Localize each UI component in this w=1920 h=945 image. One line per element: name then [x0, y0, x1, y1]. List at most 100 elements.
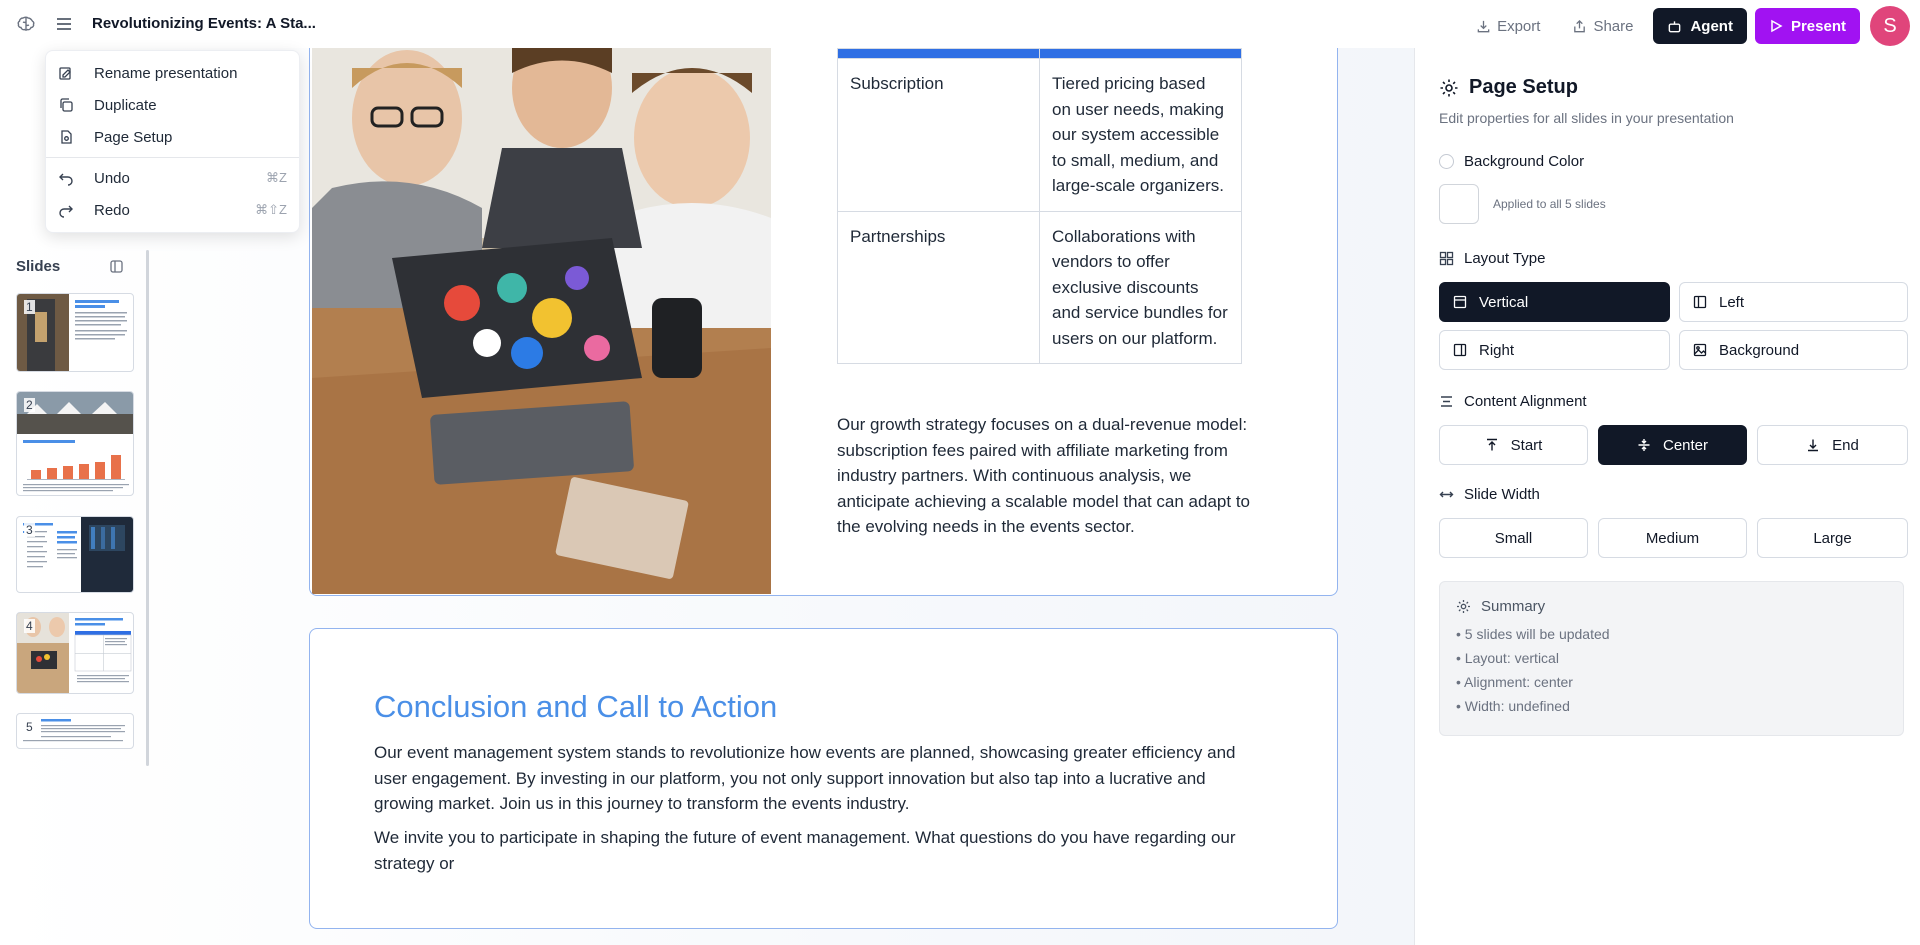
slide-number: 2 — [24, 398, 35, 412]
layout-option-label: Background — [1719, 341, 1800, 359]
settings-icon — [1457, 600, 1470, 613]
agent-label: Agent — [1690, 17, 1733, 35]
slides-panel-title: Slides — [16, 258, 61, 275]
background-color-text: Background Color — [1464, 153, 1585, 170]
collapse-panel-icon[interactable] — [110, 260, 123, 273]
summary-line: • Width: undefined — [1456, 698, 1570, 714]
layout-type-label: Layout Type — [1439, 250, 1545, 267]
align-center-icon — [1638, 439, 1650, 451]
slide-thumbnail-2[interactable]: 2 — [16, 391, 134, 496]
align-start-icon — [1486, 438, 1497, 451]
menu-item-redo[interactable]: Redo ⌘⇧Z — [46, 194, 299, 226]
slide-thumbnail-3[interactable]: 3 — [16, 516, 134, 593]
slide-number: 1 — [24, 300, 35, 314]
table-header-cell — [837, 48, 1040, 59]
export-button[interactable]: Export — [1464, 8, 1552, 44]
width-option-small[interactable]: Small — [1439, 518, 1588, 558]
slide-width-text: Slide Width — [1464, 486, 1540, 503]
layout-right-icon — [1453, 343, 1467, 357]
brain-logo-icon[interactable] — [16, 14, 36, 34]
align-end-icon — [1808, 439, 1819, 452]
menu-item-page-setup[interactable]: Page Setup — [46, 121, 299, 153]
play-icon — [1771, 19, 1783, 33]
slide-number: 3 — [24, 523, 35, 537]
download-icon — [1477, 20, 1490, 32]
layout-type-text: Layout Type — [1464, 250, 1546, 267]
share-label: Share — [1593, 17, 1634, 35]
page-setup-title-text: Page Setup — [1469, 76, 1578, 98]
menu-item-label: Duplicate — [94, 96, 157, 114]
table-cell-desc: Tiered pricing based on user needs, maki… — [1039, 58, 1242, 212]
page-setup-title: Page Setup — [1439, 76, 1578, 99]
image-icon — [1693, 343, 1707, 357]
slide-5-paragraph-1: Our event management system stands to re… — [374, 743, 1236, 813]
duplicate-icon — [60, 98, 73, 112]
layout-option-label: Left — [1719, 293, 1745, 311]
menu-item-label: Rename presentation — [94, 64, 238, 82]
slide-4[interactable]: Subscription Tiered pricing based on use… — [309, 48, 1338, 596]
slide-5-title: Conclusion and Call to Action — [374, 689, 778, 724]
summary-line: • Layout: vertical — [1456, 650, 1559, 666]
background-color-label: Background Color — [1439, 153, 1584, 170]
alignment-option-center[interactable]: Center — [1598, 425, 1747, 465]
summary-box: Summary • 5 slides will be updated • Lay… — [1439, 581, 1904, 736]
agent-button[interactable]: Agent — [1653, 8, 1747, 44]
page-setup-panel: Page Setup Edit properties for all slide… — [1414, 48, 1920, 945]
table-cell-desc: Collaborations with vendors to offer exc… — [1039, 210, 1242, 364]
grid-icon — [1439, 251, 1454, 266]
user-avatar[interactable]: S — [1870, 6, 1910, 46]
alignment-option-label: Center — [1662, 436, 1709, 454]
slides-panel-scrollbar[interactable] — [146, 250, 149, 766]
page-setup-subtitle: Edit properties for all slides in your p… — [1439, 110, 1734, 126]
slide-thumbnail-4[interactable]: 4 — [16, 612, 134, 694]
summary-line: • 5 slides will be updated — [1456, 626, 1610, 642]
width-option-large[interactable]: Large — [1757, 518, 1908, 558]
share-icon — [1574, 19, 1586, 32]
menu-item-label: Undo — [94, 169, 130, 187]
layout-vertical-icon — [1453, 295, 1467, 309]
table-row: Partnerships Collaborations with vendors… — [837, 210, 1242, 364]
align-icon — [1441, 396, 1452, 407]
presentation-title[interactable]: Revolutionizing Events: A Sta... — [92, 15, 316, 32]
menu-divider — [46, 157, 299, 158]
menu-item-undo[interactable]: Undo ⌘Z — [46, 162, 299, 194]
rename-icon — [59, 67, 71, 80]
width-option-label: Small — [1494, 529, 1533, 547]
layout-option-background[interactable]: Background — [1679, 330, 1908, 370]
slide-thumbnail-5[interactable]: 5 — [16, 713, 134, 749]
background-color-radio[interactable] — [1439, 154, 1454, 169]
width-option-label: Medium — [1645, 529, 1700, 547]
content-alignment-label: Content Alignment — [1439, 393, 1587, 410]
background-color-swatch[interactable] — [1439, 184, 1479, 224]
layout-option-label: Right — [1479, 341, 1515, 359]
revenue-streams-table: Subscription Tiered pricing based on use… — [837, 48, 1242, 364]
export-label: Export — [1497, 17, 1541, 35]
layout-left-icon — [1693, 295, 1707, 309]
alignment-option-label: End — [1832, 436, 1859, 454]
content-alignment-text: Content Alignment — [1464, 393, 1587, 410]
top-bar: Revolutionizing Events: A Sta... Export … — [0, 0, 1920, 48]
layout-option-vertical[interactable]: Vertical — [1439, 282, 1670, 322]
summary-line: • Alignment: center — [1456, 674, 1573, 690]
slide-number: 4 — [24, 619, 35, 633]
redo-icon — [59, 205, 73, 218]
width-option-label: Large — [1813, 529, 1852, 547]
slide-5-paragraph-2: We invite you to participate in shaping … — [374, 828, 1236, 873]
share-button[interactable]: Share — [1560, 8, 1645, 44]
slide-4-paragraph: Our growth strategy focuses on a dual-re… — [837, 415, 1250, 536]
alignment-option-end[interactable]: End — [1757, 425, 1908, 465]
hamburger-menu-icon[interactable] — [54, 14, 74, 34]
layout-option-right[interactable]: Right — [1439, 330, 1670, 370]
present-label: Present — [1790, 17, 1846, 35]
alignment-option-start[interactable]: Start — [1439, 425, 1588, 465]
slide-5[interactable]: Conclusion and Call to Action Our event … — [309, 628, 1338, 929]
present-button[interactable]: Present — [1754, 8, 1860, 44]
menu-item-rename[interactable]: Rename presentation — [46, 57, 299, 89]
slide-thumbnail-1[interactable]: 1 — [16, 293, 134, 372]
menu-item-label: Redo — [94, 201, 130, 219]
undo-icon — [59, 173, 73, 186]
page-setup-icon — [61, 130, 72, 144]
layout-option-left[interactable]: Left — [1679, 282, 1908, 322]
width-option-medium[interactable]: Medium — [1598, 518, 1747, 558]
menu-item-duplicate[interactable]: Duplicate — [46, 89, 299, 121]
